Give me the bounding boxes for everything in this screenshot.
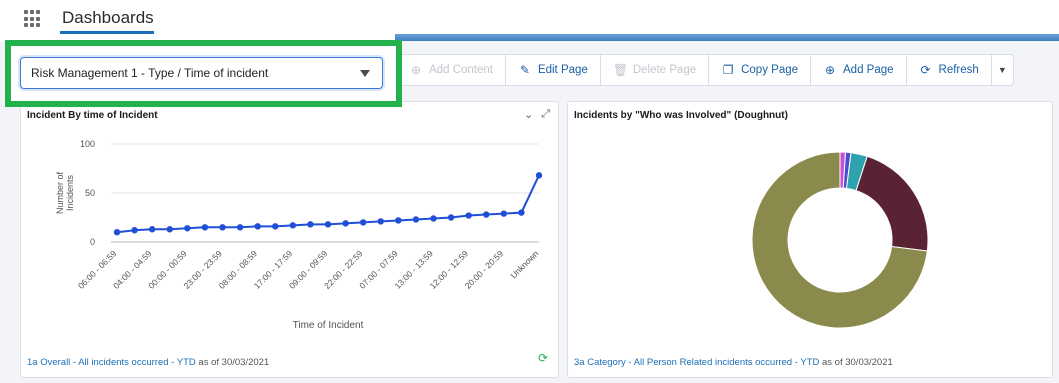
edit-page-button[interactable]: ✎ Edit Page <box>504 54 601 86</box>
data-point <box>272 223 279 230</box>
data-point <box>324 221 332 228</box>
doughnut-chart <box>751 151 929 329</box>
refresh-icon: ⟳ <box>920 63 931 77</box>
refresh-button[interactable]: ⟳ Refresh <box>905 54 992 86</box>
data-point <box>447 214 455 221</box>
app-title[interactable]: Dashboards <box>62 8 154 28</box>
more-options-button[interactable]: ▼ <box>990 54 1014 86</box>
doughnut-slice <box>855 155 929 252</box>
data-point <box>131 227 138 234</box>
data-point <box>483 211 490 218</box>
pencil-icon: ✎ <box>519 63 530 77</box>
selected-page-value: Risk Management 1 - Type / Time of incid… <box>31 66 269 80</box>
dashboard-page-select[interactable]: Risk Management 1 - Type / Time of incid… <box>20 57 383 89</box>
add-page-icon: ⊕ <box>824 63 836 77</box>
top-bar: Dashboards <box>0 0 1059 38</box>
y-tick-label: 0 <box>90 237 95 247</box>
add-content-button[interactable]: ⊕ Add Content <box>396 54 506 86</box>
doughnut-chart-card: Incidents by "Who was Involved" (Doughnu… <box>567 101 1053 378</box>
data-point <box>201 224 209 231</box>
doughnut-chart-title: Incidents by "Who was Involved" (Doughnu… <box>574 110 788 121</box>
header-stripe <box>395 34 1059 41</box>
highlight-box: Risk Management 1 - Type / Time of incid… <box>5 40 402 107</box>
copy-page-label: Copy Page <box>741 64 799 76</box>
add-page-button[interactable]: ⊕ Add Page <box>810 54 907 86</box>
active-tab-indicator <box>60 31 154 34</box>
doughnut-chart-footer-date: as of 30/03/2021 <box>822 357 893 368</box>
add-content-icon: ⊕ <box>410 63 422 77</box>
data-point <box>395 217 402 224</box>
y-tick-label: 50 <box>85 188 95 198</box>
line-chart-footer-date: as of 30/03/2021 <box>198 357 270 368</box>
data-point <box>377 218 384 225</box>
data-point <box>184 225 191 232</box>
edit-page-label: Edit Page <box>537 64 588 76</box>
x-axis-label: Time of Incident <box>293 320 364 331</box>
app-launcher-icon[interactable] <box>24 10 42 28</box>
delete-page-button[interactable]: 🗑 Delete Page <box>599 54 710 86</box>
y-tick-label: 100 <box>80 139 95 149</box>
line-chart-report-link[interactable]: 1a Overall - All incidents occurred - YT… <box>27 357 196 368</box>
line-chart: 050100Number ofIncidents06:00 - 06:5904:… <box>55 139 543 331</box>
add-content-label: Add Content <box>429 64 493 76</box>
data-point <box>535 172 543 179</box>
data-point <box>518 209 525 216</box>
data-point <box>342 220 349 227</box>
data-point <box>430 215 437 222</box>
y-axis-label: Number ofIncidents <box>55 172 75 215</box>
data-point <box>465 212 472 219</box>
copy-page-button[interactable]: ❐ Copy Page <box>708 54 812 86</box>
data-point <box>219 224 226 231</box>
line-chart-title: Incident By time of Incident <box>27 110 158 121</box>
add-page-label: Add Page <box>843 64 894 76</box>
refresh-label: Refresh <box>938 64 979 76</box>
dashboard-toolbar: ⊕ Add Content ✎ Edit Page 🗑 Delete Page … <box>396 54 1014 86</box>
data-point <box>254 223 261 230</box>
data-point <box>359 219 367 226</box>
delete-page-label: Delete Page <box>632 64 697 76</box>
data-point <box>166 226 173 233</box>
line-chart-footer: 1a Overall - All incidents occurred - YT… <box>27 357 269 368</box>
data-point <box>236 224 244 231</box>
chevron-down-icon: ▼ <box>997 65 1007 75</box>
data-point <box>148 226 156 233</box>
doughnut-chart-footer: 3a Category - All Person Related inciden… <box>574 357 893 368</box>
data-point <box>289 222 297 229</box>
trash-icon: 🗑 <box>612 63 629 77</box>
card-actions: ⌄ ⤢ <box>524 108 550 121</box>
data-point <box>500 210 508 217</box>
refresh-icon[interactable]: ⟳ <box>538 351 548 365</box>
chevron-down-icon[interactable]: ⌄ <box>524 108 533 121</box>
data-point <box>412 216 420 223</box>
expand-icon[interactable]: ⤢ <box>541 108 550 121</box>
dropdown-caret-icon <box>360 70 370 77</box>
x-tick-label: Unknown <box>508 248 540 280</box>
data-point <box>307 221 314 228</box>
data-point <box>113 229 121 236</box>
copy-icon: ❐ <box>722 63 734 77</box>
doughnut-chart-report-link[interactable]: 3a Category - All Person Related inciden… <box>574 357 819 368</box>
line-chart-card: Incident By time of Incident ⌄ ⤢ 0 50 100 N… <box>20 101 559 378</box>
